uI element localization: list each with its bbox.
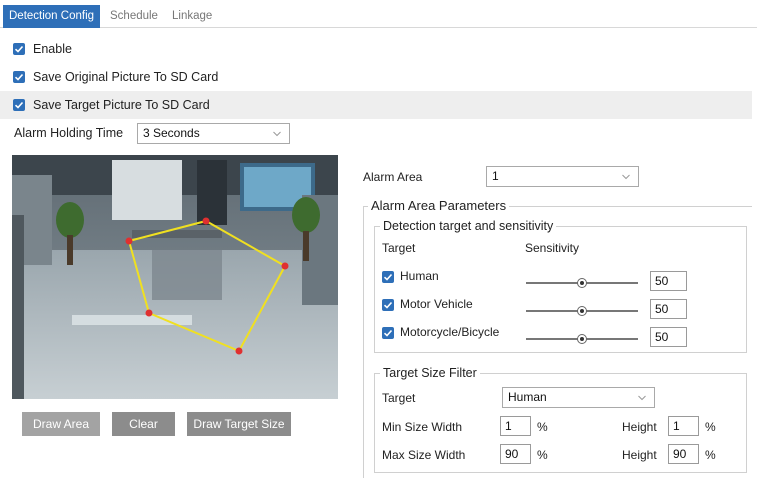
size-filter-target-select[interactable]: Human [502,387,655,408]
alarm-area-parameters-title: Alarm Area Parameters [368,198,510,213]
slider-handle[interactable] [577,334,587,344]
save-target-row: Save Target Picture To SD Card [0,91,752,119]
motor-vehicle-label: Motor Vehicle [400,297,473,311]
max-size-width-label: Max Size Width [382,448,466,462]
video-preview[interactable] [12,155,338,399]
save-target-label: Save Target Picture To SD Card [33,98,210,112]
tab-schedule[interactable]: Schedule [104,5,164,28]
tab-bar: Detection Config Schedule Linkage [0,0,757,28]
motor-vehicle-sensitivity-slider[interactable] [526,306,638,316]
save-target-checkbox[interactable] [13,99,25,111]
chevron-down-icon [638,395,646,401]
detection-target-title: Detection target and sensitivity [380,219,557,233]
check-icon [383,273,393,281]
check-icon [383,329,393,337]
target-header: Target [382,241,416,255]
alarm-holding-time-select[interactable]: 3 Seconds [137,123,290,144]
save-original-row: Save Original Picture To SD Card [0,63,752,91]
min-width-percent: % [537,420,548,434]
enable-checkbox[interactable] [13,43,25,55]
alarm-area-select[interactable]: 1 [486,166,639,187]
save-original-label: Save Original Picture To SD Card [33,70,219,84]
max-height-label: Height [622,448,657,462]
human-sensitivity-input[interactable]: 50 [650,271,687,291]
motor-vehicle-checkbox[interactable] [382,299,394,311]
alarm-holding-time-value: 3 Seconds [143,126,200,140]
chevron-down-icon [622,174,630,180]
human-checkbox[interactable] [382,271,394,283]
human-sensitivity-slider[interactable] [526,278,638,288]
alarm-area-value: 1 [492,169,499,183]
motorcycle-bicycle-sensitivity-slider[interactable] [526,334,638,344]
sensitivity-header: Sensitivity [525,241,580,255]
enable-row: Enable [0,35,752,63]
check-icon [383,301,393,309]
clear-button[interactable]: Clear [112,412,175,436]
check-icon [14,73,24,81]
size-filter-target-value: Human [508,390,547,404]
motor-vehicle-sensitivity-input[interactable]: 50 [650,299,687,319]
min-height-percent: % [705,420,716,434]
target-size-filter-title: Target Size Filter [380,366,480,380]
motorcycle-bicycle-sensitivity-input[interactable]: 50 [650,327,687,347]
human-label: Human [400,269,439,283]
min-height-label: Height [622,420,657,434]
slider-handle[interactable] [577,278,587,288]
draw-target-size-button[interactable]: Draw Target Size [187,412,291,436]
save-original-checkbox[interactable] [13,71,25,83]
alarm-area-label: Alarm Area [363,170,423,184]
check-icon [14,101,24,109]
min-size-width-input[interactable]: 1 [500,416,531,436]
min-height-input[interactable]: 1 [668,416,699,436]
motorcycle-bicycle-label: Motorcycle/Bicycle [400,325,500,339]
max-height-percent: % [705,448,716,462]
draw-area-button[interactable]: Draw Area [22,412,100,436]
slider-handle[interactable] [577,306,587,316]
min-size-width-label: Min Size Width [382,420,463,434]
tab-linkage[interactable]: Linkage [166,5,218,28]
motorcycle-bicycle-checkbox[interactable] [382,327,394,339]
max-width-percent: % [537,448,548,462]
size-filter-target-label: Target [382,391,416,405]
tab-detection-config[interactable]: Detection Config [3,5,101,28]
check-icon [14,45,24,53]
max-height-input[interactable]: 90 [668,444,699,464]
chevron-down-icon [273,131,281,137]
camera-scene [12,155,338,399]
enable-label: Enable [33,42,72,56]
alarm-holding-time-label: Alarm Holding Time [14,126,124,140]
max-size-width-input[interactable]: 90 [500,444,531,464]
